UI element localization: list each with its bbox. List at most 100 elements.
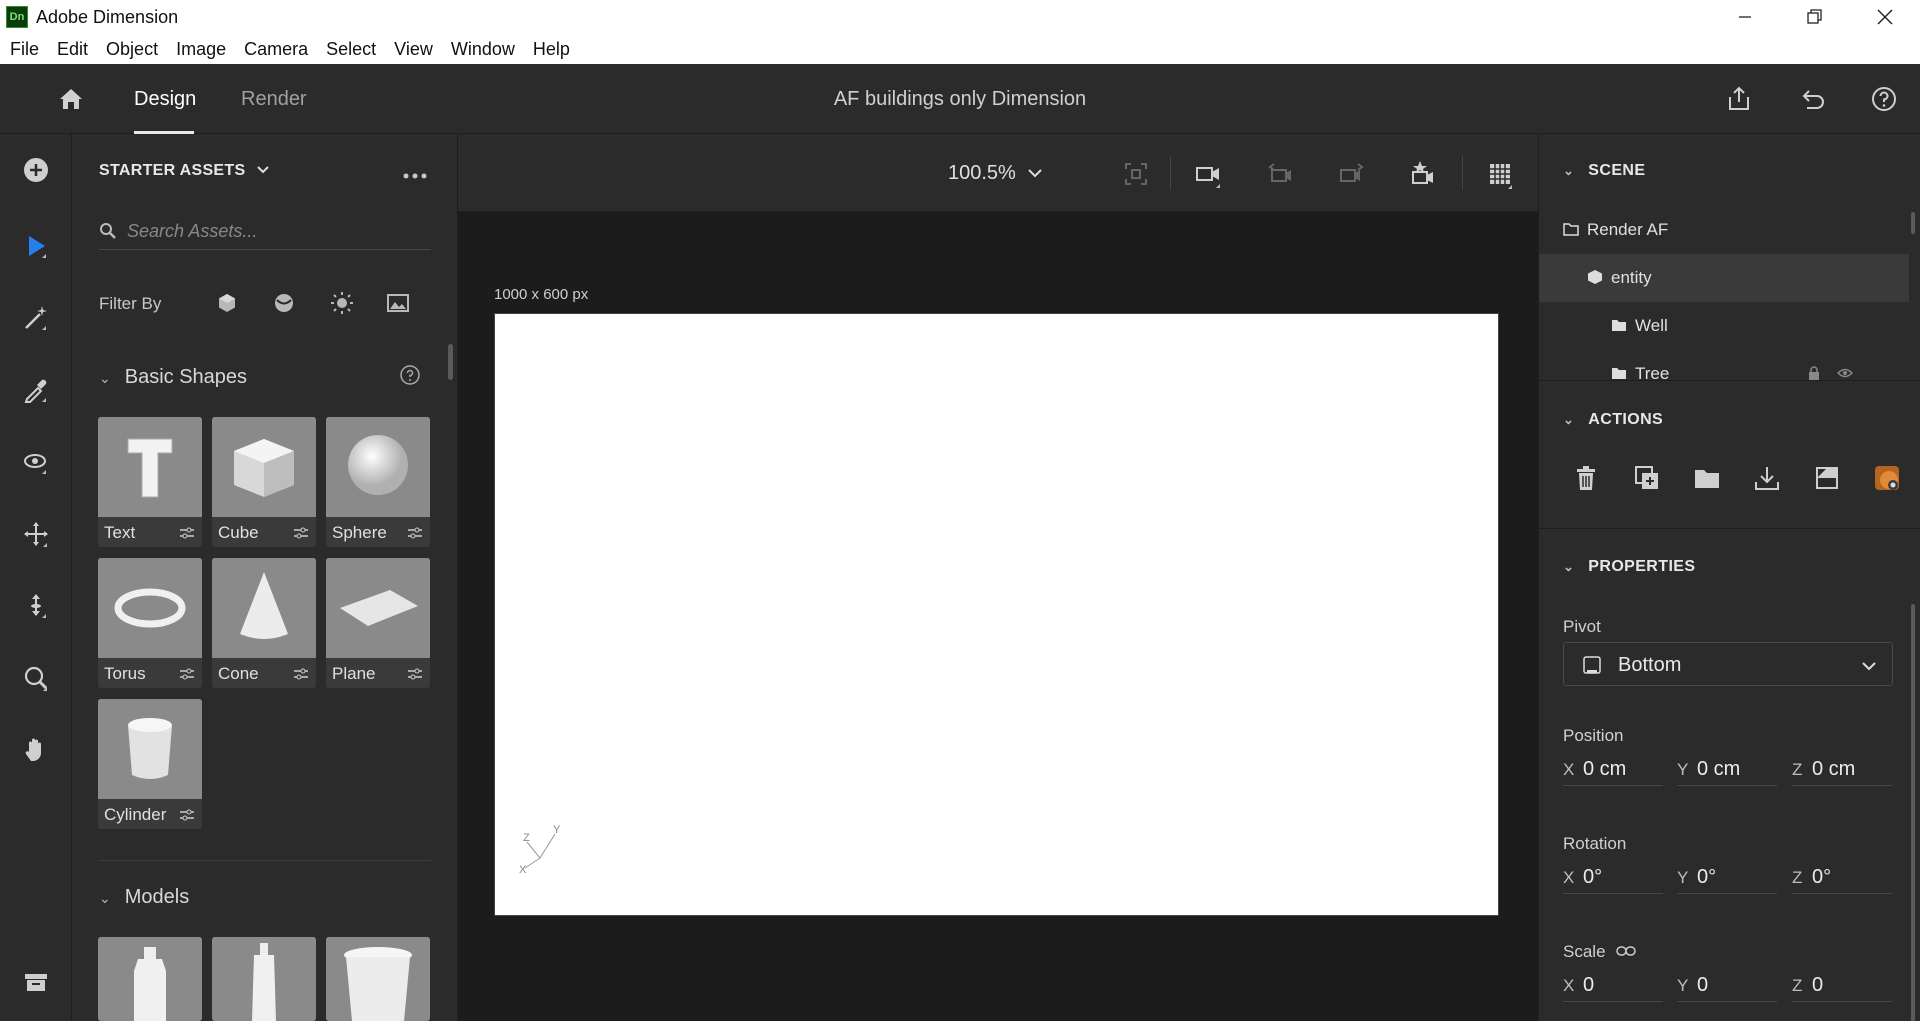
restore-icon[interactable] [1780, 0, 1850, 34]
menu-select[interactable]: Select [326, 39, 376, 60]
share-icon[interactable] [1724, 84, 1754, 114]
menu-file[interactable]: File [10, 39, 39, 60]
position-y-field[interactable]: Y 0 cm [1677, 756, 1777, 786]
rotation-y-field[interactable]: Y 0° [1677, 864, 1777, 894]
actions-header[interactable]: ⌄ ACTIONS [1563, 411, 1663, 429]
adjust-icon[interactable] [178, 807, 196, 823]
pivot-select[interactable]: Bottom [1563, 642, 1893, 686]
adjust-icon[interactable] [406, 525, 424, 541]
menu-window[interactable]: Window [451, 39, 515, 60]
scene-item-render-af[interactable]: Render AF [1539, 206, 1909, 254]
lock-icon[interactable] [1807, 366, 1823, 380]
search-input[interactable] [127, 218, 417, 244]
dolly-icon[interactable] [20, 590, 52, 622]
asset-tile-torus[interactable]: Torus [98, 558, 202, 688]
assets-header[interactable]: STARTER ASSETS [99, 162, 270, 180]
menu-object[interactable]: Object [106, 39, 158, 60]
material-filter-icon[interactable] [272, 291, 296, 315]
snap-grid-icon[interactable] [1484, 158, 1516, 190]
move-to-ground-icon[interactable] [1813, 464, 1841, 492]
adjust-icon[interactable] [178, 525, 196, 541]
visibility-eye-icon[interactable] [1836, 366, 1854, 380]
rotation-x-field[interactable]: X 0° [1563, 864, 1663, 894]
scale-z-field[interactable]: Z 0 [1792, 972, 1892, 1002]
help-icon[interactable] [399, 364, 421, 386]
camera-next-icon[interactable] [1336, 158, 1368, 190]
duplicate-icon[interactable] [1633, 464, 1661, 492]
zoom-icon[interactable] [20, 662, 52, 694]
scene-header[interactable]: ⌄ SCENE [1563, 162, 1645, 180]
eyedropper-icon[interactable] [20, 374, 52, 406]
rotation-z-field[interactable]: Z 0° [1792, 864, 1892, 894]
axis-z-label: Z [523, 832, 530, 844]
scene-item-well[interactable]: Well [1539, 302, 1909, 350]
camera-view-icon[interactable] [1192, 158, 1224, 190]
scene-item-label: Render AF [1587, 220, 1669, 239]
artboard[interactable]: Z Y X [494, 313, 1499, 916]
position-z-field[interactable]: Z 0 cm [1792, 756, 1892, 786]
hand-icon[interactable] [20, 734, 52, 766]
section-title: Basic Shapes [124, 366, 248, 388]
undo-icon[interactable] [1797, 84, 1827, 114]
asset-tile-plane[interactable]: Plane [326, 558, 430, 688]
pan-icon[interactable] [20, 518, 52, 550]
add-icon[interactable] [20, 154, 52, 186]
model-filter-icon[interactable] [215, 291, 239, 315]
magic-wand-icon[interactable] [20, 302, 52, 334]
delete-icon[interactable] [1572, 464, 1600, 492]
material-icon[interactable] [1873, 464, 1901, 492]
asset-tile-cylinder[interactable]: Cylinder [98, 699, 202, 829]
properties-header[interactable]: ⌄ PROPERTIES [1563, 558, 1695, 576]
library-icon[interactable] [20, 966, 52, 998]
properties-scrollbar[interactable] [1911, 604, 1915, 1021]
menu-image[interactable]: Image [176, 39, 226, 60]
position-z-value: 0 cm [1812, 758, 1856, 780]
select-icon[interactable] [20, 230, 52, 262]
chevron-down-icon: ⌄ [1563, 559, 1575, 574]
group-icon[interactable] [1693, 464, 1721, 492]
zoom-level[interactable]: 100.5% [948, 162, 1016, 185]
menu-view[interactable]: View [394, 39, 433, 60]
assets-header-label: STARTER ASSETS [99, 162, 246, 179]
chevron-down-icon[interactable] [1026, 164, 1044, 182]
toolbar-separator [1170, 156, 1171, 190]
scene-item-entity[interactable]: entity [1539, 254, 1909, 302]
scene-scrollbar[interactable] [1911, 212, 1915, 234]
frame-selection-icon[interactable] [1120, 158, 1152, 190]
menu-camera[interactable]: Camera [244, 39, 308, 60]
asset-tile-text[interactable]: Text [98, 417, 202, 547]
scene-item-tree[interactable]: Tree [1539, 350, 1909, 380]
axis-label: Y [1677, 760, 1689, 779]
help-icon[interactable] [1869, 84, 1899, 114]
menu-edit[interactable]: Edit [57, 39, 88, 60]
adjust-icon[interactable] [406, 666, 424, 682]
asset-tile-model-tube[interactable] [212, 937, 316, 1021]
adjust-icon[interactable] [178, 666, 196, 682]
adjust-icon[interactable] [292, 666, 310, 682]
asset-tile-cone[interactable]: Cone [212, 558, 316, 688]
image-filter-icon[interactable] [386, 291, 410, 315]
camera-prev-icon[interactable] [1264, 158, 1296, 190]
orbit-icon[interactable] [20, 446, 52, 478]
asset-tile-cube[interactable]: Cube [212, 417, 316, 547]
camera-bookmark-icon[interactable] [1408, 158, 1440, 190]
more-options-icon[interactable] [402, 164, 428, 185]
section-basic-shapes[interactable]: ⌄ Basic Shapes [99, 366, 247, 389]
light-filter-icon[interactable] [330, 291, 354, 315]
section-models[interactable]: ⌄ Models [99, 886, 189, 909]
close-icon[interactable] [1850, 0, 1920, 34]
asset-tile-model-bottle[interactable] [98, 937, 202, 1021]
asset-tile-sphere[interactable]: Sphere [326, 417, 430, 547]
assets-scrollbar[interactable] [448, 344, 453, 380]
minimize-icon[interactable] [1710, 0, 1780, 34]
scale-y-field[interactable]: Y 0 [1677, 972, 1777, 1002]
scale-x-field[interactable]: X 0 [1563, 972, 1663, 1002]
download-icon[interactable] [1753, 464, 1781, 492]
adjust-icon[interactable] [292, 525, 310, 541]
rotation-y-value: 0° [1697, 866, 1717, 888]
link-icon[interactable] [1616, 945, 1637, 957]
viewport[interactable]: 1000 x 600 px Z Y X [458, 212, 1538, 1021]
menu-help[interactable]: Help [533, 39, 570, 60]
asset-tile-model-cup[interactable] [326, 937, 430, 1021]
position-x-field[interactable]: X 0 cm [1563, 756, 1663, 786]
